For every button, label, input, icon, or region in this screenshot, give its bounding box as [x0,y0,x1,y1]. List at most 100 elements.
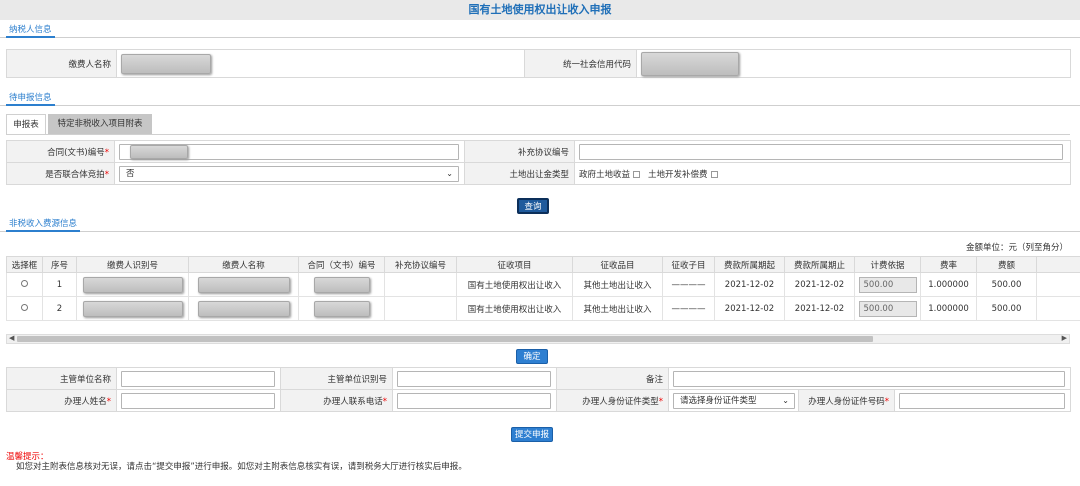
fee-type-label: 土地出让金类型 [464,162,575,185]
col-item: 征收项目 [456,256,573,273]
row-category: 其他土地出让收入 [572,272,663,297]
section-pending-title: 待申报信息 [6,92,55,106]
tips-body: 如您对主附表信息核对无误，请点击“提交申报”进行申报。如您对主附表信息核实有误，… [16,462,467,472]
fee-type-option-govt-label: 政府土地收益 [579,169,631,180]
credit-code-redacted [641,51,739,76]
row-start: 2021-12-02 [714,296,785,321]
handler-name-label: 办理人姓名 [64,396,107,407]
table-row[interactable]: 1 国有土地使用权出让收入 其他土地出让收入 ———— 2021-12-02 2… [6,272,1080,297]
col-basis: 计费依据 [854,256,921,273]
row-rate: 1.000000 [920,272,977,297]
handler-name-input[interactable] [121,392,275,409]
fee-type-dev-checkbox[interactable] [710,170,718,178]
dept-id-input[interactable] [397,370,551,387]
taxpayer-table: 缴费人名称 统一社会信用代码 [6,49,1071,78]
remark-input[interactable] [673,370,1065,387]
row-item: 国有土地使用权出让收入 [456,272,573,297]
row-amount: 500.00 [976,296,1037,321]
supplement-number-input[interactable] [579,143,1063,160]
id-number-label: 办理人身份证件号码 [808,396,885,407]
id-number-input[interactable] [899,392,1065,409]
payer-id-redacted [82,276,183,293]
page-title: 国有土地使用权出让收入申报 [0,0,1080,20]
chevron-down-icon: ⌄ [446,168,453,178]
contract-no-redacted [313,300,370,317]
scrollbar-thumb[interactable] [17,336,873,342]
table-row[interactable]: 2 国有土地使用权出让收入 其他土地出让收入 ———— 2021-12-02 2… [6,296,1080,321]
confirm-button[interactable]: 确定 [516,349,548,364]
section-source-title: 非税收入费源信息 [6,218,81,232]
row-end: 2021-12-02 [784,272,855,297]
payer-name-redacted [197,276,290,293]
amount-unit-note: 金额单位：元（列至角分） [965,243,1068,253]
scroll-left-icon[interactable]: ◀ [9,334,14,342]
col-category: 征收品目 [572,256,663,273]
fee-type-option-dev-label: 土地开发补偿费 [648,169,708,180]
row-select-radio[interactable] [21,303,28,311]
col-select: 选择框 [6,256,43,273]
row-item: 国有土地使用权出让收入 [456,296,573,321]
supplement-no-cell [384,296,457,321]
row-amount: 500.00 [976,272,1037,297]
handler-phone-input[interactable] [397,392,551,409]
contract-number-label: 合同(文书)编号 [47,147,105,158]
col-payer-id: 缴费人识别号 [76,256,189,273]
col-amount: 费额 [976,256,1037,273]
tab-divider [6,134,1070,135]
scroll-right-icon[interactable]: ▶ [1062,334,1067,342]
payer-id-redacted [82,300,183,317]
col-rate: 费率 [920,256,977,273]
dept-name-label: 主管单位名称 [6,367,117,390]
row-start: 2021-12-02 [714,272,785,297]
taxpayer-name-redacted [121,53,211,74]
contract-no-redacted [313,276,370,293]
handler-phone-label: 办理人联系电话 [323,396,383,407]
row-basis: 500.00 [858,300,917,317]
section-taxpayer-title: 纳税人信息 [6,24,55,38]
row-rate: 1.000000 [920,296,977,321]
col-contract-no: 合同（文书）编号 [298,256,385,273]
credit-code-label: 统一社会信用代码 [524,49,637,78]
fee-type-govt-checkbox[interactable] [633,170,641,178]
handler-form: 主管单位名称 主管单位识别号 备注 办理人姓名* 办理人联系电话* 办理人身份证… [6,367,1072,412]
row-select-radio[interactable] [21,279,28,287]
dept-id-label: 主管单位识别号 [280,367,393,390]
section-pending-header: 待申报信息 [0,90,1080,106]
taxpayer-name-label: 缴费人名称 [6,49,117,78]
query-button[interactable]: 查询 [517,198,549,214]
row-sub: ———— [662,296,715,321]
col-seq: 序号 [42,256,77,273]
joint-bid-label: 是否联合体竞拍 [45,169,105,180]
col-sub: 征收子目 [662,256,715,273]
row-category: 其他土地出让收入 [572,296,663,321]
id-type-select[interactable]: 请选择身份证件类型 ⌄ [673,392,795,409]
section-source-header: 非税收入费源信息 [0,216,1080,232]
col-overflow [1036,256,1080,273]
col-payer-name: 缴费人名称 [188,256,299,273]
supplement-no-cell [384,272,457,297]
declaration-form: 合同(文书)编号* 补充协议编号 是否联合体竞拍* 否 ⌄ 土地出让金类型 政府… [6,140,1071,185]
contract-number-redacted [130,144,188,159]
supplement-number-label: 补充协议编号 [464,140,575,163]
horizontal-scrollbar[interactable]: ◀ ▶ [6,334,1070,344]
id-type-placeholder: 请选择身份证件类型 [680,395,757,406]
tab-special-attachment[interactable]: 特定非税收入项目附表 [48,114,152,134]
remark-label: 备注 [556,367,669,390]
row-seq: 1 [42,272,77,297]
row-basis: 500.00 [858,276,917,293]
contract-number-input[interactable] [119,143,459,160]
col-period-end: 费款所属期止 [784,256,855,273]
dept-name-input[interactable] [121,370,275,387]
row-end: 2021-12-02 [784,296,855,321]
joint-bid-value: 否 [126,168,135,179]
submit-button[interactable]: 提交申报 [511,427,553,442]
payer-name-redacted [197,300,290,317]
col-supplement-no: 补充协议编号 [384,256,457,273]
fee-source-table: 选择框 序号 缴费人识别号 缴费人名称 合同（文书）编号 补充协议编号 征收项目… [6,256,1080,321]
section-taxpayer-header: 纳税人信息 [0,22,1080,38]
row-sub: ———— [662,272,715,297]
joint-bid-select[interactable]: 否 ⌄ [119,165,459,182]
col-period-start: 费款所属期起 [714,256,785,273]
chevron-down-icon: ⌄ [782,395,789,405]
tab-declaration[interactable]: 申报表 [6,114,46,134]
